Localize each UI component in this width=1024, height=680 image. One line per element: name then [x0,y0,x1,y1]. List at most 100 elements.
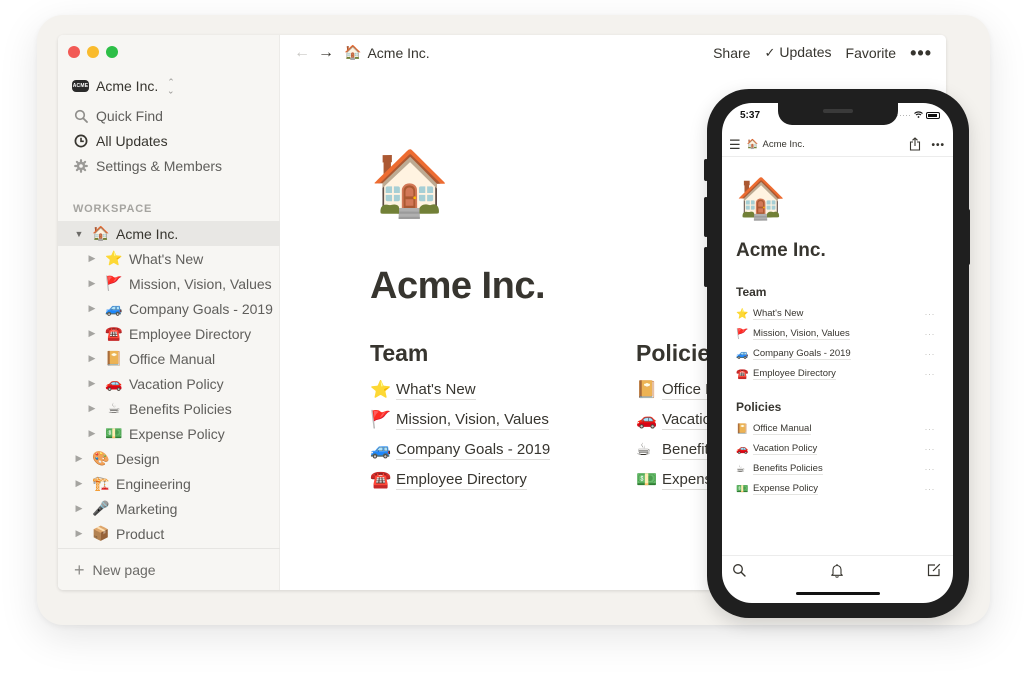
window-controls [68,46,118,58]
row-more-icon[interactable]: ··· [925,484,936,494]
tree-item-benefits-policies[interactable]: ▶ ☕ Benefits Policies [58,396,280,421]
forward-arrow-icon[interactable]: → [318,44,334,62]
bell-icon[interactable] [830,563,844,581]
caret-right-icon[interactable]: ▶ [86,378,98,389]
caret-right-icon[interactable]: ▶ [86,428,98,439]
page-link-mission[interactable]: 🚩 Mission, Vision, Values [370,405,550,435]
phone-link-expense-policy[interactable]: 💵 Expense Policy ··· [736,479,939,499]
tree-item-label: Employee Directory [129,325,252,342]
tree-item-office-manual[interactable]: ▶ 📔 Office Manual [58,346,280,371]
workspace-logo-icon: ACME [72,80,89,92]
caret-right-icon[interactable]: ▶ [86,303,98,314]
tree-item-acme-inc[interactable]: ▼ 🏠 Acme Inc. [58,221,280,246]
home-indicator[interactable] [795,592,880,595]
phone-volume-up [704,197,708,237]
page-icon[interactable]: 🏠 [370,151,450,215]
caret-down-icon[interactable]: ▼ [73,229,85,239]
page-title[interactable]: Acme Inc. [370,265,546,308]
row-more-icon[interactable]: ··· [925,369,936,379]
flag-icon: 🚩 [370,410,392,429]
tree-item-employee-directory[interactable]: ▶ ☎️ Employee Directory [58,321,280,346]
back-arrow-icon[interactable]: ← [294,44,310,62]
tree-item-label: Benefits Policies [129,400,232,417]
clock-icon [74,134,88,148]
microphone-icon: 🎤 [92,500,110,516]
car-blue-icon: 🚙 [736,348,749,360]
tree-item-engineering[interactable]: ▶ 🏗️ Engineering [58,471,280,496]
sidebar: ACME Acme Inc. ⌃ ⌃ Quick Find All Updates… [58,35,280,590]
star-icon: ⭐ [105,250,123,266]
tree-item-mission[interactable]: ▶ 🚩 Mission, Vision, Values [58,271,280,296]
page-link-whats-new[interactable]: ⭐ What's New [370,375,550,405]
page-link-employee-directory[interactable]: ☎️ Employee Directory [370,465,550,495]
minimize-window-button[interactable] [87,46,99,58]
sidebar-item-settings[interactable]: Settings & Members [74,155,222,177]
flag-icon: 🚩 [105,275,123,291]
caret-right-icon[interactable]: ▶ [73,528,85,539]
tree-item-marketing[interactable]: ▶ 🎤 Marketing [58,496,280,521]
caret-right-icon[interactable]: ▶ [86,328,98,339]
share-button[interactable]: Share [713,45,750,61]
row-more-icon[interactable]: ··· [925,444,936,454]
page-link-company-goals[interactable]: 🚙 Company Goals - 2019 [370,435,551,465]
caret-right-icon[interactable]: ▶ [86,403,98,414]
new-page-button[interactable]: + New page [58,548,280,590]
sidebar-item-label: Settings & Members [96,158,223,174]
breadcrumb[interactable]: 🏠 Acme Inc. [344,44,430,61]
phone-link-label: Mission, Vision, Values [753,328,850,340]
compose-icon[interactable] [927,563,941,580]
tree-item-product[interactable]: ▶ 📦 Product [58,521,280,546]
phone-link-vacation-policy[interactable]: 🚗 Vacation Policy ··· [736,439,939,459]
caret-right-icon[interactable]: ▶ [73,453,85,464]
breadcrumb-label: Acme Inc. [762,139,805,150]
workspace-switcher[interactable]: ACME Acme Inc. ⌃ ⌃ [72,78,175,95]
tree-item-expense-policy[interactable]: ▶ 💵 Expense Policy [58,421,280,446]
phone-link-employee-directory[interactable]: ☎️ Employee Directory ··· [736,364,939,384]
phone-link-benefits-policies[interactable]: ☕ Benefits Policies ··· [736,459,939,479]
phone-link-office-manual[interactable]: 📔 Office Manual ··· [736,419,939,439]
phone-volume-down [704,247,708,287]
row-more-icon[interactable]: ··· [925,349,936,359]
more-options-icon[interactable]: ••• [910,44,932,62]
sidebar-item-label: All Updates [96,133,168,149]
sidebar-item-quick-find[interactable]: Quick Find [74,105,163,127]
row-more-icon[interactable]: ··· [925,424,936,434]
phone-link-whats-new[interactable]: ⭐ What's New ··· [736,304,939,324]
close-window-button[interactable] [68,46,80,58]
zoom-window-button[interactable] [106,46,118,58]
hamburger-menu-icon[interactable]: ☰ [729,137,741,153]
phone-link-company-goals[interactable]: 🚙 Company Goals - 2019 ··· [736,344,939,364]
phone-link-label: Benefits Policies [753,463,823,475]
caret-right-icon[interactable]: ▶ [86,253,98,264]
tree-item-whats-new[interactable]: ▶ ⭐ What's New [58,246,280,271]
workspace-name: Acme Inc. [96,78,159,94]
status-icons: ····· [896,110,940,120]
gear-icon [74,159,88,173]
tree-item-vacation-policy[interactable]: ▶ 🚗 Vacation Policy [58,371,280,396]
page-link-label: Employee Directory [396,470,527,490]
phone-policies-heading: Policies [736,400,782,414]
more-options-icon[interactable]: ••• [931,140,945,151]
row-more-icon[interactable]: ··· [925,464,936,474]
caret-right-icon[interactable]: ▶ [73,503,85,514]
phone-breadcrumb[interactable]: 🏠 Acme Inc. [747,139,805,150]
share-icon[interactable] [909,136,921,154]
caret-right-icon[interactable]: ▶ [86,353,98,364]
caret-right-icon[interactable]: ▶ [73,478,85,489]
favorite-button[interactable]: Favorite [846,45,897,61]
tree-item-company-goals[interactable]: ▶ 🚙 Company Goals - 2019 [58,296,280,321]
plus-icon: + [74,559,85,580]
updates-button[interactable]: ✓ Updates [764,44,831,61]
check-icon: ✓ [764,45,776,60]
money-icon: 💵 [636,470,658,489]
team-column: Team ⭐ What's New 🚩 Mission, Vision, Value… [370,340,551,495]
phone-link-mission[interactable]: 🚩 Mission, Vision, Values ··· [736,324,939,344]
row-more-icon[interactable]: ··· [925,309,936,319]
tree-item-design[interactable]: ▶ 🎨 Design [58,446,280,471]
sidebar-item-all-updates[interactable]: All Updates [74,130,168,152]
caret-right-icon[interactable]: ▶ [86,278,98,289]
page-link-label: Mission, Vision, Values [396,410,549,430]
row-more-icon[interactable]: ··· [925,329,936,339]
phone-team-heading: Team [736,285,767,299]
search-icon[interactable] [732,563,746,580]
